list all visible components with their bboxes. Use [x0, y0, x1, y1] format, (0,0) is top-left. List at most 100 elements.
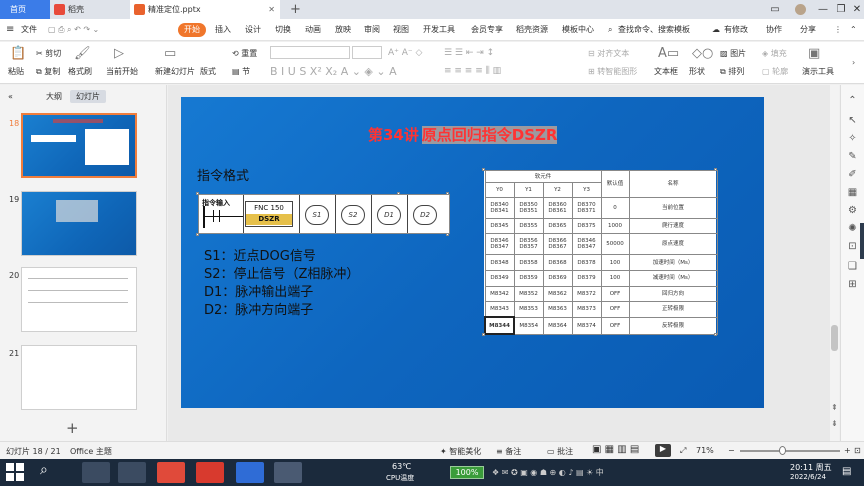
format-heading[interactable]: 指令格式 [197, 165, 249, 184]
backup-icon[interactable]: ☁ [712, 23, 720, 37]
fit-window-icon[interactable]: ⊡ [854, 446, 861, 455]
grid-icon[interactable]: ▦ [847, 187, 858, 198]
convert-smartart-button[interactable]: ⊞ 转智能图形 [588, 66, 637, 77]
align-buttons[interactable]: ≡ ≡ ≡ ≡ ⫼ ▥ [444, 66, 501, 76]
menu-transition[interactable]: 切换 [275, 23, 291, 37]
select-icon[interactable]: ↖ [847, 115, 858, 126]
notes-button[interactable]: ≡ 备注 [496, 446, 521, 457]
bookmark-icon[interactable]: ⊡ [847, 241, 858, 252]
param-d1[interactable]: D1：脉冲输出端子 [204, 281, 313, 300]
slide-thumb-18[interactable] [21, 113, 137, 178]
taskbar-baidu-icon[interactable] [236, 462, 264, 483]
taskbar-app-2[interactable] [118, 462, 146, 483]
slide-thumb-21[interactable] [21, 345, 137, 410]
paste-icon[interactable]: 📋 [10, 46, 26, 61]
fit-icon[interactable]: ⤢ [680, 446, 686, 456]
tab-slides[interactable]: 幻灯片 [70, 90, 106, 103]
copy-button[interactable]: ⧉ 复制 [36, 66, 60, 77]
chevron-up-icon[interactable]: ⌃ [850, 23, 857, 37]
scroll-down-icon[interactable]: ⇟ [831, 419, 838, 428]
menu-review[interactable]: 审阅 [364, 23, 380, 37]
window-close-icon[interactable]: ✕ [846, 0, 864, 19]
reset-button[interactable]: ⟲ 重置 [232, 48, 257, 59]
brush-icon[interactable]: ✎ [847, 151, 858, 162]
taskbar-wps-icon[interactable] [157, 462, 185, 483]
search-icon[interactable]: ⌕ [40, 462, 48, 478]
menu-view[interactable]: 视图 [393, 23, 409, 37]
menu-animation[interactable]: 动画 [305, 23, 321, 37]
fill-button[interactable]: ◈ 填充 [762, 48, 787, 59]
outline-button[interactable]: ▢ 轮廓 [762, 66, 788, 77]
taskbar-app-1[interactable] [82, 462, 110, 483]
menu-design[interactable]: 设计 [245, 23, 261, 37]
side-handle[interactable] [860, 223, 864, 259]
clock-date[interactable]: 2022/6/24 [790, 473, 826, 481]
comments-button[interactable]: ▭ 批注 [547, 446, 573, 457]
slideshow-tool-button[interactable]: 演示工具 [802, 66, 834, 77]
selection-handle[interactable] [196, 192, 199, 195]
textbox-icon[interactable]: A▭ [658, 46, 679, 61]
play-icon[interactable]: ▷ [114, 46, 124, 61]
scroll-thumb[interactable] [831, 325, 838, 351]
collab-button[interactable]: 协作 [766, 23, 782, 37]
theme-name[interactable]: Office 主题 [70, 446, 112, 457]
selection-handle[interactable] [397, 192, 400, 195]
windows-icon[interactable] [6, 463, 24, 481]
add-slide-icon[interactable]: + [66, 419, 79, 437]
menu-docer[interactable]: 稻壳资源 [516, 23, 548, 37]
menu-insert[interactable]: 插入 [215, 23, 231, 37]
quick-access-icons[interactable]: ▢ ⎙ ⌕ ↶ ↷ ⌄ [48, 23, 99, 37]
notification-icon[interactable]: ▤ [842, 466, 851, 477]
picture-button[interactable]: ▨ 图片 [720, 48, 746, 59]
avatar[interactable] [790, 0, 810, 19]
beautify-button[interactable]: ✦ 智能美化 [440, 446, 481, 457]
from-current-button[interactable]: 当前开始 [106, 66, 138, 77]
close-icon[interactable]: ✕ [268, 0, 275, 19]
zoom-level[interactable]: 71% [696, 446, 714, 455]
compass-icon[interactable]: ✺ [847, 223, 858, 234]
new-tab-icon[interactable]: + [290, 0, 301, 19]
align-text-button[interactable]: ⊟ 对齐文本 [588, 48, 629, 59]
menu-search[interactable]: 查找命令、搜索模板 [618, 23, 690, 37]
scroll-up-icon[interactable]: ⇞ [831, 403, 838, 412]
taskbar-app-3[interactable] [274, 462, 302, 483]
selection-handle[interactable] [446, 233, 449, 236]
slide-thumb-19[interactable] [21, 191, 137, 256]
shape-icon[interactable]: ◇○ [692, 46, 713, 61]
play-slideshow-icon[interactable]: ▶ [655, 444, 671, 457]
settings-icon[interactable]: ⚙ [847, 205, 858, 216]
menu-file[interactable]: 文件 [21, 23, 37, 37]
search-icon[interactable]: ⌕ [608, 23, 612, 37]
tab-shell[interactable]: 稻壳 [50, 0, 130, 19]
selection-handle[interactable] [482, 333, 485, 336]
format-brush-icon[interactable]: 🖌 [74, 46, 91, 61]
zoom-out-icon[interactable]: − [728, 446, 735, 455]
clock-time[interactable]: 20:11 周五 [790, 462, 832, 473]
font-name-select[interactable] [270, 46, 350, 59]
param-s1[interactable]: S1：近点DOG信号 [204, 245, 316, 264]
section-button[interactable]: ▤ 节 [232, 66, 250, 77]
font-size-select[interactable] [352, 46, 382, 59]
share-button[interactable]: 分享 [800, 23, 816, 37]
battery-indicator[interactable]: 100% [450, 466, 484, 479]
layout-button[interactable]: 版式 [200, 66, 216, 77]
tab-home[interactable]: 首页 [0, 0, 50, 19]
menu-slideshow[interactable]: 放映 [335, 23, 351, 37]
vertical-scrollbar[interactable]: ⇞ ⇟ [830, 85, 839, 441]
layout-icon[interactable]: ▭ [764, 0, 786, 19]
zoom-slider[interactable] [740, 450, 840, 452]
chevron-up-icon[interactable]: ⌃ [847, 95, 858, 106]
tab-file[interactable]: 精准定位.pptx ✕ [130, 0, 280, 19]
view-buttons[interactable]: ▣ ▦ ▥ ▤ [592, 444, 639, 455]
font-size-buttons[interactable]: A⁺ A⁻ ◇ [388, 48, 422, 58]
tray-icons[interactable]: ❖ ✉ ✪ ▣ ◉ ☗ ⊕ ◐ ♪ ▤ ☀ 中 [492, 467, 604, 478]
zoom-slider-knob[interactable] [779, 446, 786, 455]
arrange-button[interactable]: ⧉ 排列 [720, 66, 744, 77]
ribbon-scroll-icon[interactable]: › [852, 58, 855, 67]
pen-icon[interactable]: ✐ [847, 169, 858, 180]
collapse-panel-icon[interactable]: « [2, 91, 19, 102]
list-buttons[interactable]: ☰ ☰ ⇤ ⇥ ↕ [444, 48, 494, 58]
font-style-buttons[interactable]: B I U S X² X₂ A ⌄ ◈ ⌄ A [270, 65, 397, 78]
backup-status[interactable]: 有修改 [724, 23, 748, 37]
selection-handle[interactable] [196, 233, 199, 236]
